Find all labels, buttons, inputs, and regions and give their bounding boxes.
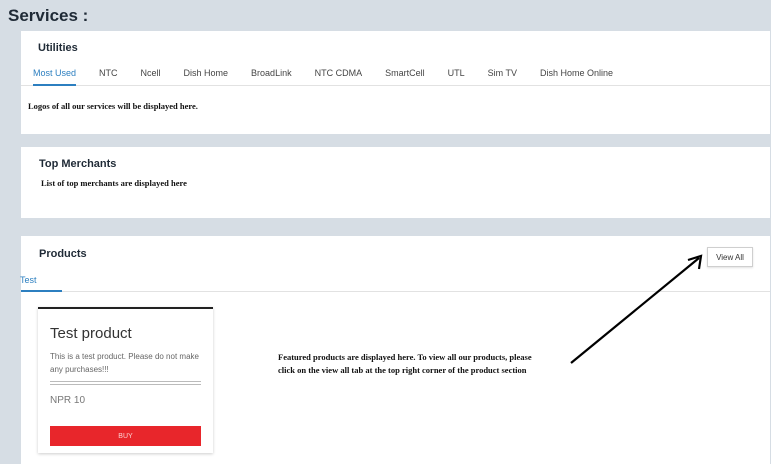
- tab-sim-tv[interactable]: Sim TV: [488, 65, 517, 84]
- merchants-card: Top Merchants List of top merchants are …: [21, 147, 770, 218]
- tab-ntc[interactable]: NTC: [99, 65, 118, 84]
- buy-button[interactable]: BUY: [50, 426, 201, 446]
- tab-smartcell[interactable]: SmartCell: [385, 65, 425, 84]
- utilities-tabs: Most Used NTC Ncell Dish Home BroadLink …: [21, 65, 770, 86]
- tab-dish-home[interactable]: Dish Home: [184, 65, 229, 84]
- tab-most-used[interactable]: Most Used: [33, 65, 77, 86]
- products-note-line1: Featured products are displayed here. To…: [278, 352, 532, 362]
- merchants-title: Top Merchants: [39, 158, 117, 170]
- product-card[interactable]: Test product This is a test product. Ple…: [38, 307, 213, 453]
- utilities-title: Utilities: [38, 42, 78, 54]
- tab-ntc-cdma[interactable]: NTC CDMA: [315, 65, 363, 84]
- product-name: Test product: [50, 325, 132, 342]
- tab-utl[interactable]: UTL: [448, 65, 465, 84]
- tab-test-label: Test: [20, 275, 37, 285]
- products-tabs: Test: [20, 270, 770, 292]
- product-price: NPR 10: [50, 395, 86, 406]
- products-card: Products View All Test Test product This…: [20, 236, 770, 464]
- utilities-note: Logos of all our services will be displa…: [28, 101, 198, 111]
- merchants-note: List of top merchants are displayed here: [41, 178, 187, 188]
- product-divider-top: [50, 381, 201, 382]
- utilities-card: Utilities Most Used NTC Ncell Dish Home …: [21, 31, 770, 134]
- product-divider-bottom: [50, 384, 201, 385]
- product-description: This is a test product. Please do not ma…: [50, 352, 199, 374]
- tab-test[interactable]: Test: [20, 275, 62, 292]
- products-title: Products: [39, 248, 87, 260]
- products-note-line2: click on the view all tab at the top rig…: [278, 365, 527, 375]
- page-title: Services :: [8, 6, 89, 25]
- tab-broadlink[interactable]: BroadLink: [251, 65, 292, 84]
- view-all-button[interactable]: View All: [707, 247, 753, 267]
- tab-ncell[interactable]: Ncell: [141, 65, 161, 84]
- tab-dish-home-online[interactable]: Dish Home Online: [540, 65, 613, 84]
